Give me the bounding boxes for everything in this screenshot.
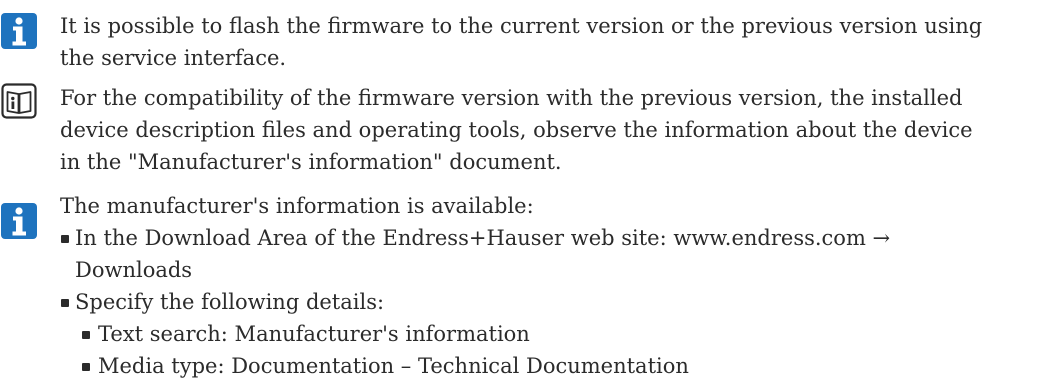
bullet-icon [61,235,69,243]
list-item-continuation: Downloads [75,258,193,282]
bullet-icon [61,299,69,307]
info-note-text: The manufacturer's information is availa… [60,190,1045,382]
bullet-icon [82,363,90,371]
list-item-text: In the Download Area of the Endress+Haus… [75,226,891,250]
list-item: In the Download Area of the Endress+Haus… [60,222,1045,254]
info-note-text: It is possible to flash the firmware to … [60,10,1045,74]
document-page: It is possible to flash the firmware to … [0,0,1049,383]
note-text-line: the service interface. [60,46,287,70]
list-item-text: Text search: Manufacturer's information [98,322,530,346]
list-item-text: Specify the following details: [75,290,385,314]
sub-list-item: Text search: Manufacturer's information [60,318,1045,350]
list-item: Specify the following details: [60,286,1045,318]
book-reference-icon [1,83,37,119]
reference-note-text: For the compatibility of the firmware ve… [60,82,1045,178]
sub-list-item: Media type: Documentation – Technical Do… [60,350,1045,382]
note-text-line: device description files and operating t… [60,118,973,142]
note-intro: The manufacturer's information is availa… [60,194,534,218]
info-icon [1,203,37,239]
info-icon [1,13,37,49]
list-item-text: Media type: Documentation – Technical Do… [98,354,689,378]
note-text-line: It is possible to flash the firmware to … [60,14,983,38]
bullet-icon [82,331,90,339]
note-text-line: in the "Manufacturer's information" docu… [60,150,562,174]
note-text-line: For the compatibility of the firmware ve… [60,86,963,110]
